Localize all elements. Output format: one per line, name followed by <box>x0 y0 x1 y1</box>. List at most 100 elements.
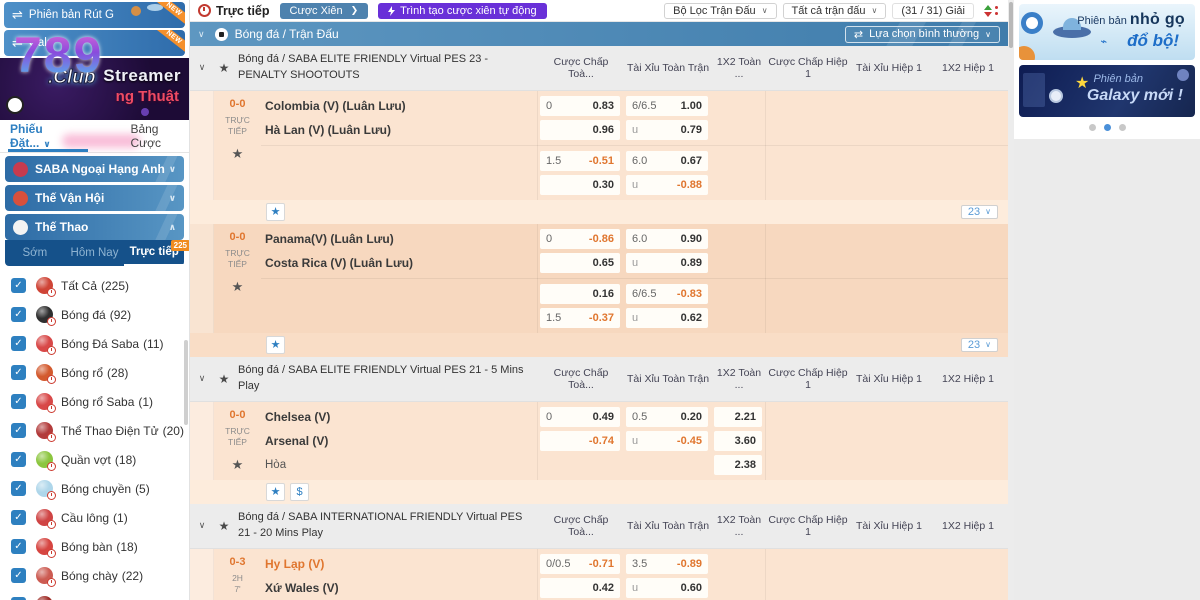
over-under-odds-button[interactable]: u0.89 <box>626 253 708 273</box>
sport-filter-item[interactable]: ✓Bóng chuyền(5) <box>0 474 189 503</box>
handicap-odds-button[interactable]: 0/0.5-0.71 <box>540 554 620 574</box>
1x2-odds-button[interactable]: 2.21 <box>714 407 762 427</box>
handicap-odds-button[interactable]: 1.5-0.37 <box>540 308 620 328</box>
sidebar-accordion-item[interactable]: SABA Ngoại Hạng Anh∨ <box>5 156 184 182</box>
sport-filter-item[interactable]: ✓Bóng rổ(28) <box>0 358 189 387</box>
expand-strip[interactable] <box>190 549 214 600</box>
over-under-odds-button[interactable]: 6/6.5-0.83 <box>626 284 708 304</box>
sort-icon[interactable] <box>984 5 998 17</box>
sport-filter-item[interactable]: ✓Cricket(10) <box>0 590 189 600</box>
checkbox-checked-icon[interactable]: ✓ <box>11 510 26 525</box>
handicap-odds-button[interactable]: 00.83 <box>540 96 620 116</box>
checkbox-checked-icon[interactable]: ✓ <box>11 365 26 380</box>
sport-filter-item[interactable]: ✓Bóng chày(22) <box>0 561 189 590</box>
chevron-down-icon[interactable]: ∨ <box>198 29 205 40</box>
over-under-odds-button[interactable]: u0.62 <box>626 308 708 328</box>
checkbox-checked-icon[interactable]: ✓ <box>11 394 26 409</box>
favorite-star-icon[interactable]: ★ <box>232 146 244 162</box>
sport-icon <box>36 509 53 526</box>
sidebar-accordion-expanded[interactable]: Thế Thao∧ <box>5 214 184 240</box>
over-under-odds-button[interactable]: 6.00.67 <box>626 151 708 171</box>
expand-strip[interactable] <box>190 224 214 333</box>
handicap-odds-button[interactable]: 1.5-0.51 <box>540 151 620 171</box>
separator-line <box>261 145 1008 146</box>
handicap-odds-button[interactable]: 0-0.86 <box>540 229 620 249</box>
all-matches-dropdown[interactable]: Tất cả trận đấu ∨ <box>783 3 887 19</box>
handicap-odds-button[interactable]: 0.30 <box>540 175 620 195</box>
carousel-dot[interactable] <box>1119 124 1126 131</box>
handicap-odds-button[interactable]: 0.42 <box>540 578 620 598</box>
quick-link-rut-gon[interactable]: ⇌ Phiên bản Rút G NEW <box>4 2 185 28</box>
more-markets-dropdown[interactable]: 23∨ <box>961 338 998 352</box>
over-under-odds-button[interactable]: u0.60 <box>626 578 708 598</box>
banner-nho-gon[interactable]: Phiên bản nhỏ gọ ⌁ đổ bộ! <box>1019 4 1195 60</box>
sport-label: Tất Cả <box>61 279 97 293</box>
over-under-odds-button[interactable]: 3.5-0.89 <box>626 554 708 574</box>
favorite-star-icon[interactable]: ★ <box>232 457 244 473</box>
sport-filter-item[interactable]: ✓Tất Cả(225) <box>0 271 189 300</box>
odds-row: Hòa2.38 <box>261 453 1008 477</box>
handicap-odds-button[interactable]: 0.96 <box>540 120 620 140</box>
checkbox-checked-icon[interactable]: ✓ <box>11 423 26 438</box>
checkbox-checked-icon[interactable]: ✓ <box>11 307 26 322</box>
cashout-button[interactable]: $ <box>290 483 309 501</box>
favorite-star-icon[interactable]: ★ <box>232 279 244 295</box>
match-status-column: 0-32H7'★ <box>214 549 261 600</box>
over-under-odds-button[interactable]: u-0.88 <box>626 175 708 195</box>
checkbox-checked-icon[interactable]: ✓ <box>11 336 26 351</box>
carousel-dot-active[interactable] <box>1104 124 1111 131</box>
favorite-star-icon[interactable]: ★ <box>214 372 234 386</box>
tab-bet-board[interactable]: Bảng Cược <box>130 122 189 150</box>
handicap-odds-button[interactable]: 0.65 <box>540 253 620 273</box>
expand-strip[interactable] <box>190 402 214 480</box>
more-markets-dropdown[interactable]: 23∨ <box>961 205 998 219</box>
sport-filter-item[interactable]: ✓Thể Thao Điện Tử(20) <box>0 416 189 445</box>
league-count[interactable]: (31 / 31) Giải <box>892 3 974 19</box>
checkbox-checked-icon[interactable]: ✓ <box>11 481 26 496</box>
favorite-star-icon[interactable]: ★ <box>214 61 234 75</box>
auto-parlay-button[interactable]: Trình tạo cược xiên tự động <box>378 3 547 19</box>
handicap-odds-button[interactable]: -0.74 <box>540 431 620 451</box>
chevron-down-icon[interactable]: ∨ <box>190 520 214 531</box>
scrollbar-thumb[interactable] <box>1009 2 1013 48</box>
handicap-odds-button[interactable]: 00.49 <box>540 407 620 427</box>
sport-filter-item[interactable]: ✓Cầu lông(1) <box>0 503 189 532</box>
active-tab-underline <box>8 149 88 152</box>
favorite-button[interactable]: ★ <box>266 336 285 354</box>
sport-filter-item[interactable]: ✓Bóng rổ Saba(1) <box>0 387 189 416</box>
favorite-button[interactable]: ★ <box>266 203 285 221</box>
selection-mode-button[interactable]: ⇄ Lựa chọn bình thường ∨ <box>845 26 1000 43</box>
favorite-star-icon[interactable]: ★ <box>214 519 234 533</box>
expand-strip[interactable] <box>190 91 214 200</box>
checkbox-checked-icon[interactable]: ✓ <box>11 278 26 293</box>
sport-filter-item[interactable]: ✓Bóng đá(92) <box>0 300 189 329</box>
subtab-trực-tiếp[interactable]: Trực tiếp225 <box>124 240 184 266</box>
match-filter-dropdown[interactable]: Bộ Lọc Trận Đấu ∨ <box>664 3 776 19</box>
sport-filter-item[interactable]: ✓Bóng Đá Saba(11) <box>0 329 189 358</box>
site-logo[interactable]: 789 .Club <box>14 30 103 87</box>
checkbox-checked-icon[interactable]: ✓ <box>11 568 26 583</box>
subtab-sớm[interactable]: Sớm <box>5 240 65 266</box>
carousel-dot[interactable] <box>1089 124 1096 131</box>
chevron-down-icon[interactable]: ∨ <box>190 373 214 384</box>
over-under-odds-button[interactable]: u-0.45 <box>626 431 708 451</box>
checkbox-checked-icon[interactable]: ✓ <box>11 539 26 554</box>
subtab-hôm-nay[interactable]: Hôm Nay <box>65 240 125 266</box>
sidebar-scrollbar[interactable] <box>184 340 188 425</box>
over-under-odds-button[interactable]: 6/6.51.00 <box>626 96 708 116</box>
sidebar-accordion-item[interactable]: Thế Vận Hội∨ <box>5 185 184 211</box>
handicap-odds-button[interactable]: 0.16 <box>540 284 620 304</box>
sport-filter-item[interactable]: ✓Bóng bàn(18) <box>0 532 189 561</box>
1x2-odds-button[interactable]: 2.38 <box>714 455 762 475</box>
sport-filter-item[interactable]: ✓Quần vợt(18) <box>0 445 189 474</box>
favorite-button[interactable]: ★ <box>266 483 285 501</box>
banner-galaxy[interactable]: ★ Phiên bản Galaxy mới ! <box>1019 65 1195 117</box>
1x2-odds-button[interactable]: 3.60 <box>714 431 762 451</box>
over-under-odds-button[interactable]: 6.00.90 <box>626 229 708 249</box>
over-under-odds-button[interactable]: 0.50.20 <box>626 407 708 427</box>
chevron-down-icon[interactable]: ∨ <box>190 62 214 73</box>
main-scrollbar[interactable] <box>1008 0 1014 600</box>
parlay-button[interactable]: Cược Xiên ❯ <box>280 3 369 19</box>
checkbox-checked-icon[interactable]: ✓ <box>11 452 26 467</box>
over-under-odds-button[interactable]: u0.79 <box>626 120 708 140</box>
